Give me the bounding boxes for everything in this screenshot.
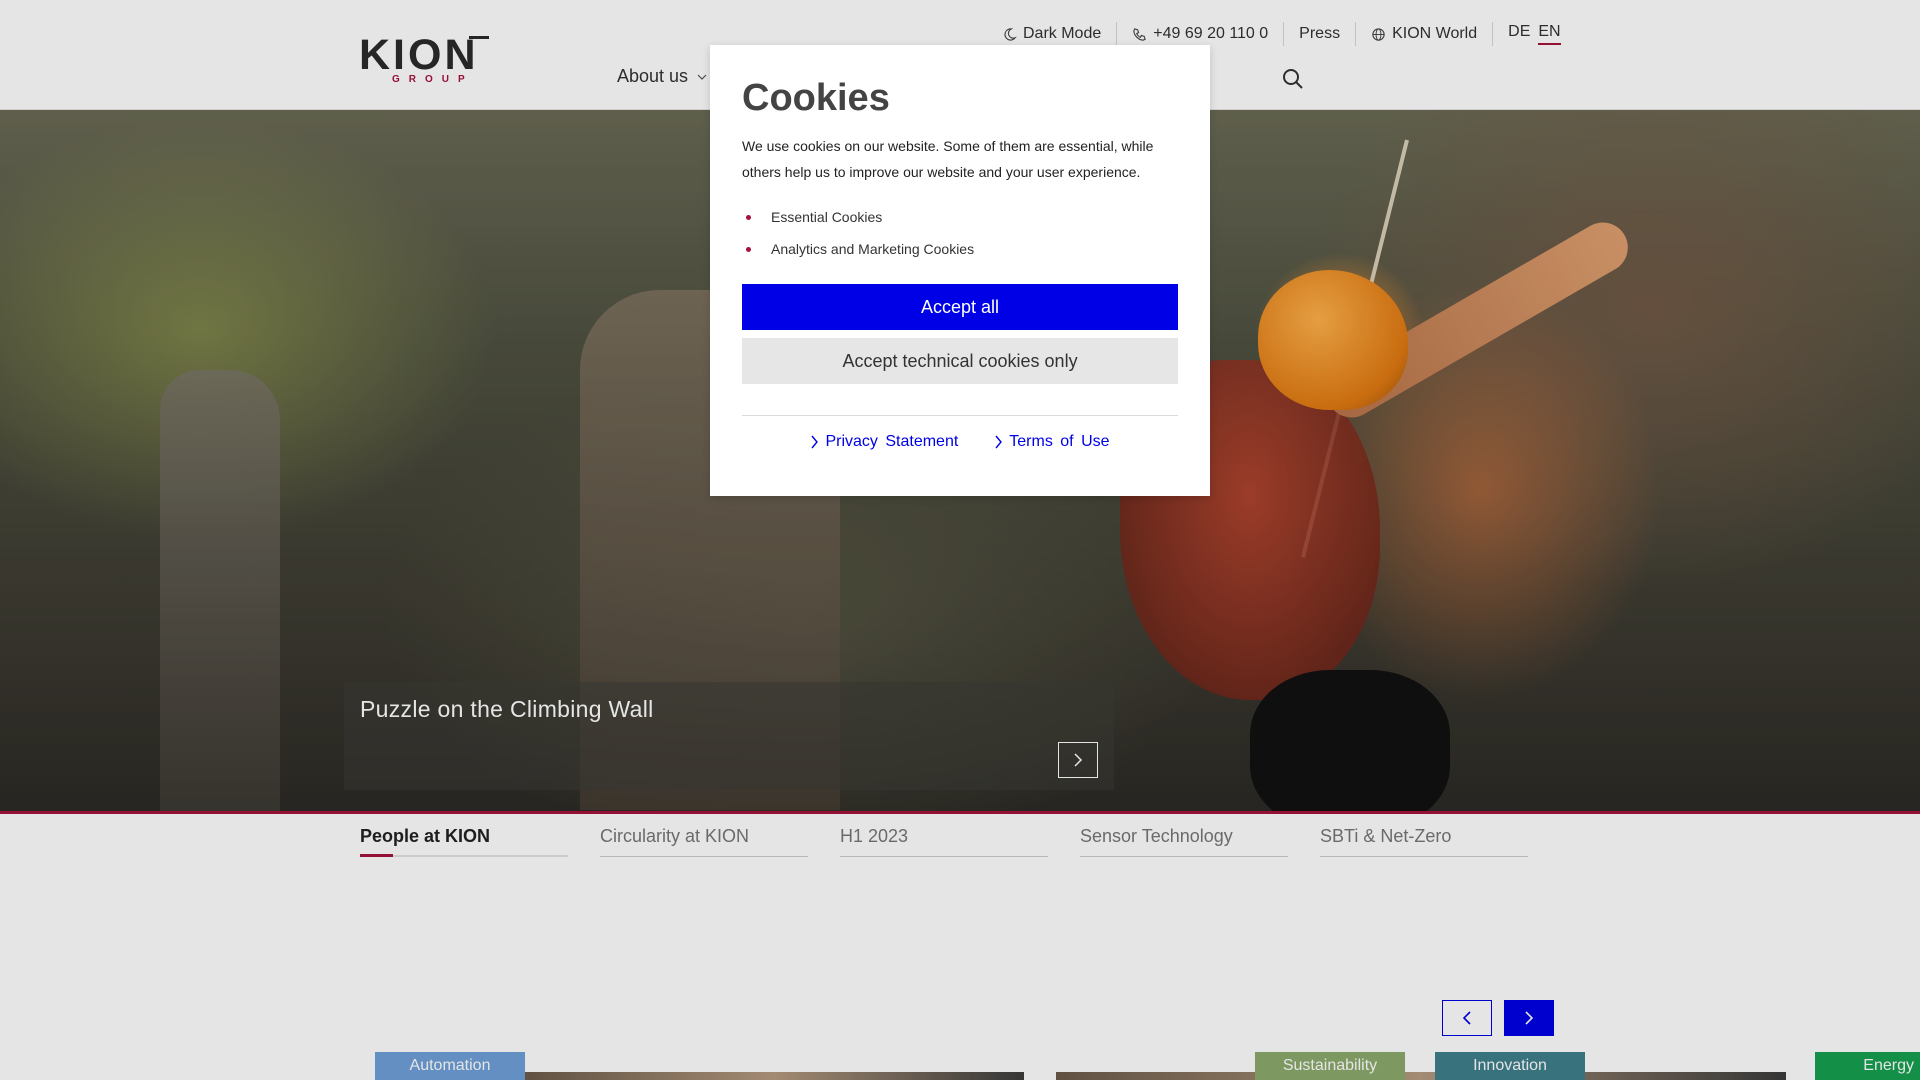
privacy-statement-link[interactable]: Privacy Statement [810,433,958,451]
tab-sensor-technology[interactable]: Sensor Technology [1080,826,1288,857]
kion-world-label: KION World [1392,25,1478,42]
list-item: Analytics and Marketing Cookies [742,233,974,265]
hero-next-button[interactable] [1058,742,1098,778]
nav-about-us[interactable]: About us [617,66,708,87]
chevron-down-icon [697,74,707,80]
carousel-prev-button[interactable] [1442,1000,1492,1036]
accept-all-button[interactable]: Accept all [742,284,1178,330]
cookie-dialog: Cookies We use cookies on our website. S… [710,45,1210,496]
carousel-next-button[interactable] [1504,1000,1554,1036]
terms-of-use-label: Terms of Use [1009,433,1110,450]
chevron-right-icon [1525,1011,1534,1025]
cookie-category-label: Analytics and Marketing Cookies [771,241,975,257]
chevron-right-icon [1074,753,1083,767]
tab-sbti-net-zero[interactable]: SBTi & Net-Zero [1320,826,1528,857]
climber-shorts [1250,670,1450,812]
press-link[interactable]: Press [1284,22,1357,46]
card-image[interactable] [524,1072,1024,1080]
search-icon[interactable] [1282,68,1304,90]
cookie-links: Privacy Statement Terms of Use [710,433,1210,451]
lang-de[interactable]: DE [1508,23,1530,45]
cookie-categories: Essential Cookies Analytics and Marketin… [742,201,974,265]
dark-mode-toggle[interactable]: Dark Mode [1002,22,1118,46]
cookie-description: We use cookies on our website. Some of t… [742,138,1154,180]
card-badge-sustainability: Sustainability [1255,1052,1405,1080]
card-badge-innovation: Innovation [1435,1052,1585,1080]
divider [742,415,1178,416]
logo-subtitle: GROUP [392,74,474,85]
kion-logo[interactable]: KION GROUP [359,34,491,86]
chevron-right-icon [811,435,819,449]
kion-world-link[interactable]: KION World [1356,22,1494,46]
card-image[interactable] [1056,1072,1786,1080]
tab-people-at-kion[interactable]: People at KION [360,826,568,857]
nav-about-label: About us [617,66,689,86]
climber-helmet [1258,270,1408,410]
rock-pillar [160,370,280,812]
logo-wordmark: KION [359,31,479,79]
language-switcher: DE EN [1493,23,1561,45]
accept-technical-button[interactable]: Accept technical cookies only [742,338,1178,384]
card-badge-energy: Energy [1815,1052,1920,1080]
chevron-left-icon [1462,1011,1471,1025]
moon-icon [1004,27,1017,41]
terms-of-use-link[interactable]: Terms of Use [994,433,1110,451]
topic-tabs: People at KION Circularity at KION H1 20… [360,826,1528,857]
phone-icon [1133,27,1147,41]
utility-nav: Dark Mode +49 69 20 110 0 Press KION Wor… [1002,22,1561,46]
card-badge-automation: Automation [375,1052,525,1080]
list-item: Essential Cookies [742,201,974,233]
tab-h1-2023[interactable]: H1 2023 [840,826,1048,857]
hero-caption-title: Puzzle on the Climbing Wall [360,696,654,722]
bullet-icon [746,214,751,220]
dark-mode-label: Dark Mode [1023,25,1102,42]
cookie-category-label: Essential Cookies [771,209,883,225]
tab-circularity[interactable]: Circularity at KION [600,826,808,857]
phone-label: +49 69 20 110 0 [1153,25,1269,42]
privacy-statement-label: Privacy Statement [825,433,959,450]
hero-caption-box: Puzzle on the Climbing Wall [344,682,1114,790]
press-label: Press [1299,25,1341,42]
cookie-title: Cookies [742,77,890,119]
globe-icon [1372,27,1385,41]
bullet-icon [746,246,751,252]
lang-en[interactable]: EN [1538,23,1561,45]
tabs-accent-line [0,811,1920,814]
phone-link[interactable]: +49 69 20 110 0 [1117,22,1285,46]
chevron-right-icon [995,435,1003,449]
logo-bar [469,36,489,39]
